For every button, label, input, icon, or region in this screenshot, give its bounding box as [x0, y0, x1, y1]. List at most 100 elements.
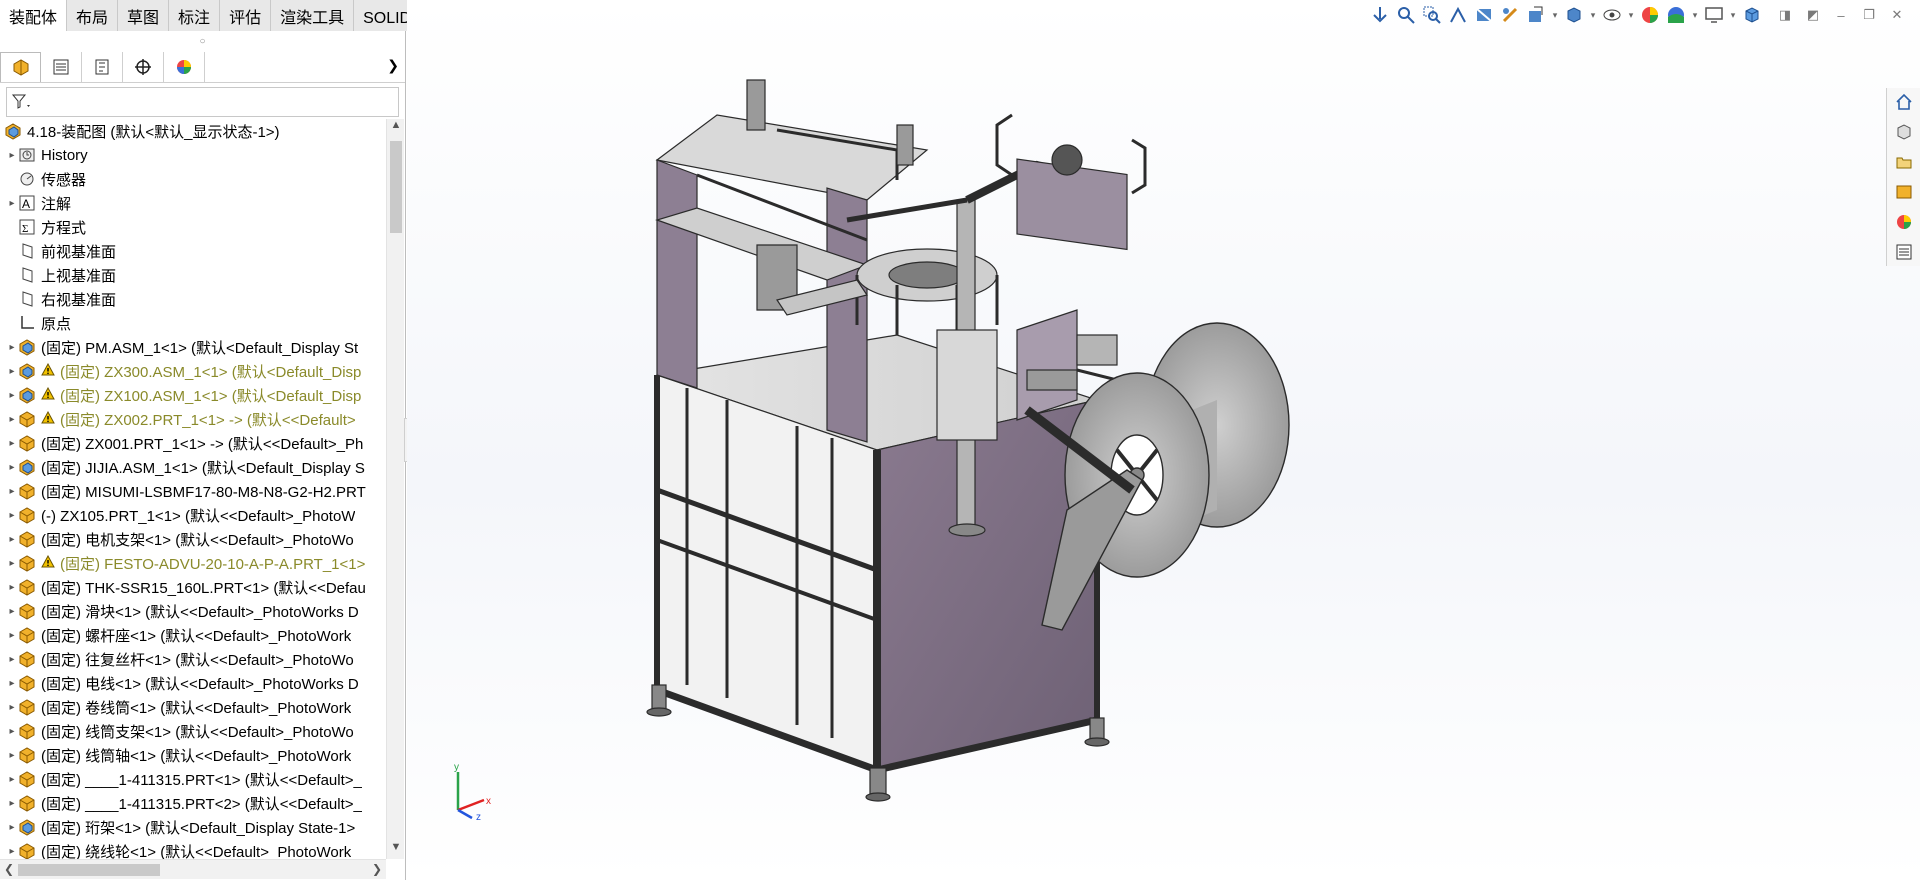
- expand-arrow-icon[interactable]: ▸: [6, 750, 18, 761]
- tree-item[interactable]: ▸ (固定) 电线<1> (默认<<Default>_PhotoWorks D: [0, 671, 386, 695]
- expand-arrow-icon[interactable]: ▸: [6, 438, 18, 449]
- tab-4[interactable]: 评估: [220, 0, 272, 31]
- expand-arrow-icon[interactable]: ▸: [6, 510, 18, 521]
- tab-property-manager[interactable]: [41, 51, 82, 82]
- tree-item[interactable]: ▸ (固定) MISUMI-LSBMF17-80-M8-N8-G2-H2.PRT: [0, 479, 386, 503]
- scroll-thumb[interactable]: [390, 141, 402, 233]
- close-icon[interactable]: ✕: [1888, 6, 1906, 24]
- tree-item[interactable]: 上视基准面: [0, 263, 386, 287]
- tree-item[interactable]: ▸ (固定) ZX300.ASM_1<1> (默认<Default_Disp: [0, 359, 386, 383]
- hscroll-thumb[interactable]: [18, 864, 160, 876]
- expand-arrow-icon[interactable]: ▸: [6, 822, 18, 833]
- tree-item[interactable]: Σ 方程式: [0, 215, 386, 239]
- scroll-right-icon[interactable]: ❯: [372, 862, 382, 876]
- expand-arrow-icon[interactable]: ▸: [6, 390, 18, 401]
- tree-item[interactable]: ▸ (固定) 线筒轴<1> (默认<<Default>_PhotoWork: [0, 743, 386, 767]
- tree-item[interactable]: ▸ (固定) 滑块<1> (默认<<Default>_PhotoWorks D: [0, 599, 386, 623]
- tree-item[interactable]: ▸ History: [0, 143, 386, 167]
- expand-arrow-icon[interactable]: ▸: [6, 702, 18, 713]
- tree-item[interactable]: ▸ (固定) FESTO-ADVU-20-10-A-P-A.PRT_1<1>: [0, 551, 386, 575]
- appearances-icon[interactable]: [1891, 210, 1917, 234]
- tab-feature-manager[interactable]: [0, 51, 41, 82]
- tree-filter[interactable]: [6, 87, 399, 117]
- expand-arrow-icon[interactable]: ▸: [6, 198, 18, 209]
- expand-arrow-icon[interactable]: ▸: [6, 798, 18, 809]
- previous-view-icon[interactable]: [1447, 4, 1469, 26]
- dropdown-arrow-icon[interactable]: ▾: [1627, 4, 1635, 26]
- tree-item[interactable]: ▸ (固定) ZX100.ASM_1<1> (默认<Default_Disp: [0, 383, 386, 407]
- expand-arrow-icon[interactable]: ▸: [6, 342, 18, 353]
- expand-arrow-icon[interactable]: ▸: [6, 606, 18, 617]
- home-icon[interactable]: [1891, 90, 1917, 114]
- dropdown-arrow-icon[interactable]: ▾: [1691, 4, 1699, 26]
- tree-horizontal-scrollbar[interactable]: ❮ ❯: [0, 859, 386, 879]
- expand-arrow-icon[interactable]: ▸: [6, 534, 18, 545]
- tree-item[interactable]: ▸ (固定) 绕线轮<1> (默认<<Default>_PhotoWork: [0, 839, 386, 859]
- pane-right-icon[interactable]: ◩: [1804, 6, 1822, 24]
- scroll-up-icon[interactable]: ▲: [387, 119, 405, 137]
- tab-3[interactable]: 标注: [169, 0, 221, 31]
- 3d-view-cube-icon[interactable]: [1741, 4, 1763, 26]
- tab-dimxpert-manager[interactable]: [123, 51, 164, 82]
- tab-5[interactable]: 渲染工具: [271, 0, 355, 31]
- expand-arrow-icon[interactable]: ▸: [6, 846, 18, 857]
- view-monitor-icon[interactable]: [1703, 4, 1725, 26]
- restore-icon[interactable]: ❐: [1860, 6, 1878, 24]
- tree-item[interactable]: 右视基准面: [0, 287, 386, 311]
- tree-item[interactable]: ▸ (固定) PM.ASM_1<1> (默认<Default_Display St: [0, 335, 386, 359]
- pane-left-icon[interactable]: ◨: [1776, 6, 1794, 24]
- tree-item[interactable]: ▸ (固定) 螺杆座<1> (默认<<Default>_PhotoWork: [0, 623, 386, 647]
- expand-arrow-icon[interactable]: ▸: [6, 462, 18, 473]
- tree-item[interactable]: ▸ (固定) ZX002.PRT_1<1> -> (默认<<Default>: [0, 407, 386, 431]
- expand-arrow-icon[interactable]: ▸: [6, 414, 18, 425]
- tab-1[interactable]: 布局: [67, 0, 119, 31]
- tree-item[interactable]: ▸ (固定) JIJIA.ASM_1<1> (默认<Default_Display…: [0, 455, 386, 479]
- tree-item[interactable]: ▸ (固定) ____1-411315.PRT<2> (默认<<Default>_: [0, 791, 386, 815]
- tree-item[interactable]: ▸ A 注解: [0, 191, 386, 215]
- expand-arrow-icon[interactable]: ▸: [6, 774, 18, 785]
- tree-item[interactable]: ▸ (固定) 往复丝杆<1> (默认<<Default>_PhotoWo: [0, 647, 386, 671]
- tree-root[interactable]: 4.18-装配图 (默认<默认_显示状态-1>): [0, 119, 386, 143]
- expand-arrow-icon[interactable]: ▸: [6, 486, 18, 497]
- expand-arrow-icon[interactable]: ▸: [6, 558, 18, 569]
- display-style-icon[interactable]: [1563, 4, 1585, 26]
- expand-arrow-icon[interactable]: ▸: [6, 726, 18, 737]
- tab-2[interactable]: 草图: [118, 0, 170, 31]
- section-view-icon[interactable]: [1473, 4, 1495, 26]
- expand-arrow-icon[interactable]: ▸: [6, 582, 18, 593]
- tree-item[interactable]: ▸ (固定) 线筒支架<1> (默认<<Default>_PhotoWo: [0, 719, 386, 743]
- tab-0[interactable]: 装配体: [0, 0, 68, 31]
- graphics-area[interactable]: ▾ ▾ ▾ ▾ ▾ ◨ ◩ – ❐ ✕ y x z: [407, 0, 1920, 880]
- tree-vertical-scrollbar[interactable]: ▲ ▼: [386, 119, 404, 859]
- scroll-down-icon[interactable]: ▼: [387, 841, 405, 859]
- hide-show-items-icon[interactable]: [1601, 4, 1623, 26]
- expand-arrow-icon[interactable]: ▸: [6, 366, 18, 377]
- tree-item[interactable]: ▸ (固定) 电机支架<1> (默认<<Default>_PhotoWo: [0, 527, 386, 551]
- tree-item[interactable]: ▸ (固定) ZX001.PRT_1<1> -> (默认<<Default>_Ph: [0, 431, 386, 455]
- dropdown-arrow-icon[interactable]: ▾: [1589, 4, 1597, 26]
- view-settings-icon[interactable]: [1525, 4, 1547, 26]
- scroll-left-icon[interactable]: ❮: [4, 862, 14, 876]
- minimize-icon[interactable]: –: [1832, 6, 1850, 24]
- design-library-icon[interactable]: [1891, 120, 1917, 144]
- tree-item[interactable]: ▸ (-) ZX105.PRT_1<1> (默认<<Default>_PhotoW: [0, 503, 386, 527]
- apply-scene-icon[interactable]: [1665, 4, 1687, 26]
- view-palette-icon[interactable]: [1891, 180, 1917, 204]
- tree-item[interactable]: ▸ (固定) 珩架<1> (默认<Default_Display State-1>: [0, 815, 386, 839]
- tree-item[interactable]: ▸ (固定) THK-SSR15_160L.PRT<1> (默认<<Defau: [0, 575, 386, 599]
- zoom-to-fit-icon[interactable]: [1395, 4, 1417, 26]
- tabs-scroll-right-icon[interactable]: ❯: [387, 57, 399, 74]
- zoom-area-icon[interactable]: [1421, 4, 1443, 26]
- tree-item[interactable]: 原点: [0, 311, 386, 335]
- expand-arrow-icon[interactable]: ▸: [6, 630, 18, 641]
- assembly-model[interactable]: [597, 70, 1357, 830]
- view-orientation-icon[interactable]: [1369, 4, 1391, 26]
- file-explorer-icon[interactable]: [1891, 150, 1917, 174]
- dynamic-annotation-icon[interactable]: [1499, 4, 1521, 26]
- dropdown-arrow-icon[interactable]: ▾: [1551, 4, 1559, 26]
- tree-item[interactable]: ▸ (固定) ____1-411315.PRT<1> (默认<<Default>_: [0, 767, 386, 791]
- tab-configuration-manager[interactable]: [82, 51, 123, 82]
- panel-grip[interactable]: ○: [0, 31, 405, 51]
- tab-display-manager[interactable]: [164, 51, 205, 82]
- edit-appearance-icon[interactable]: [1639, 4, 1661, 26]
